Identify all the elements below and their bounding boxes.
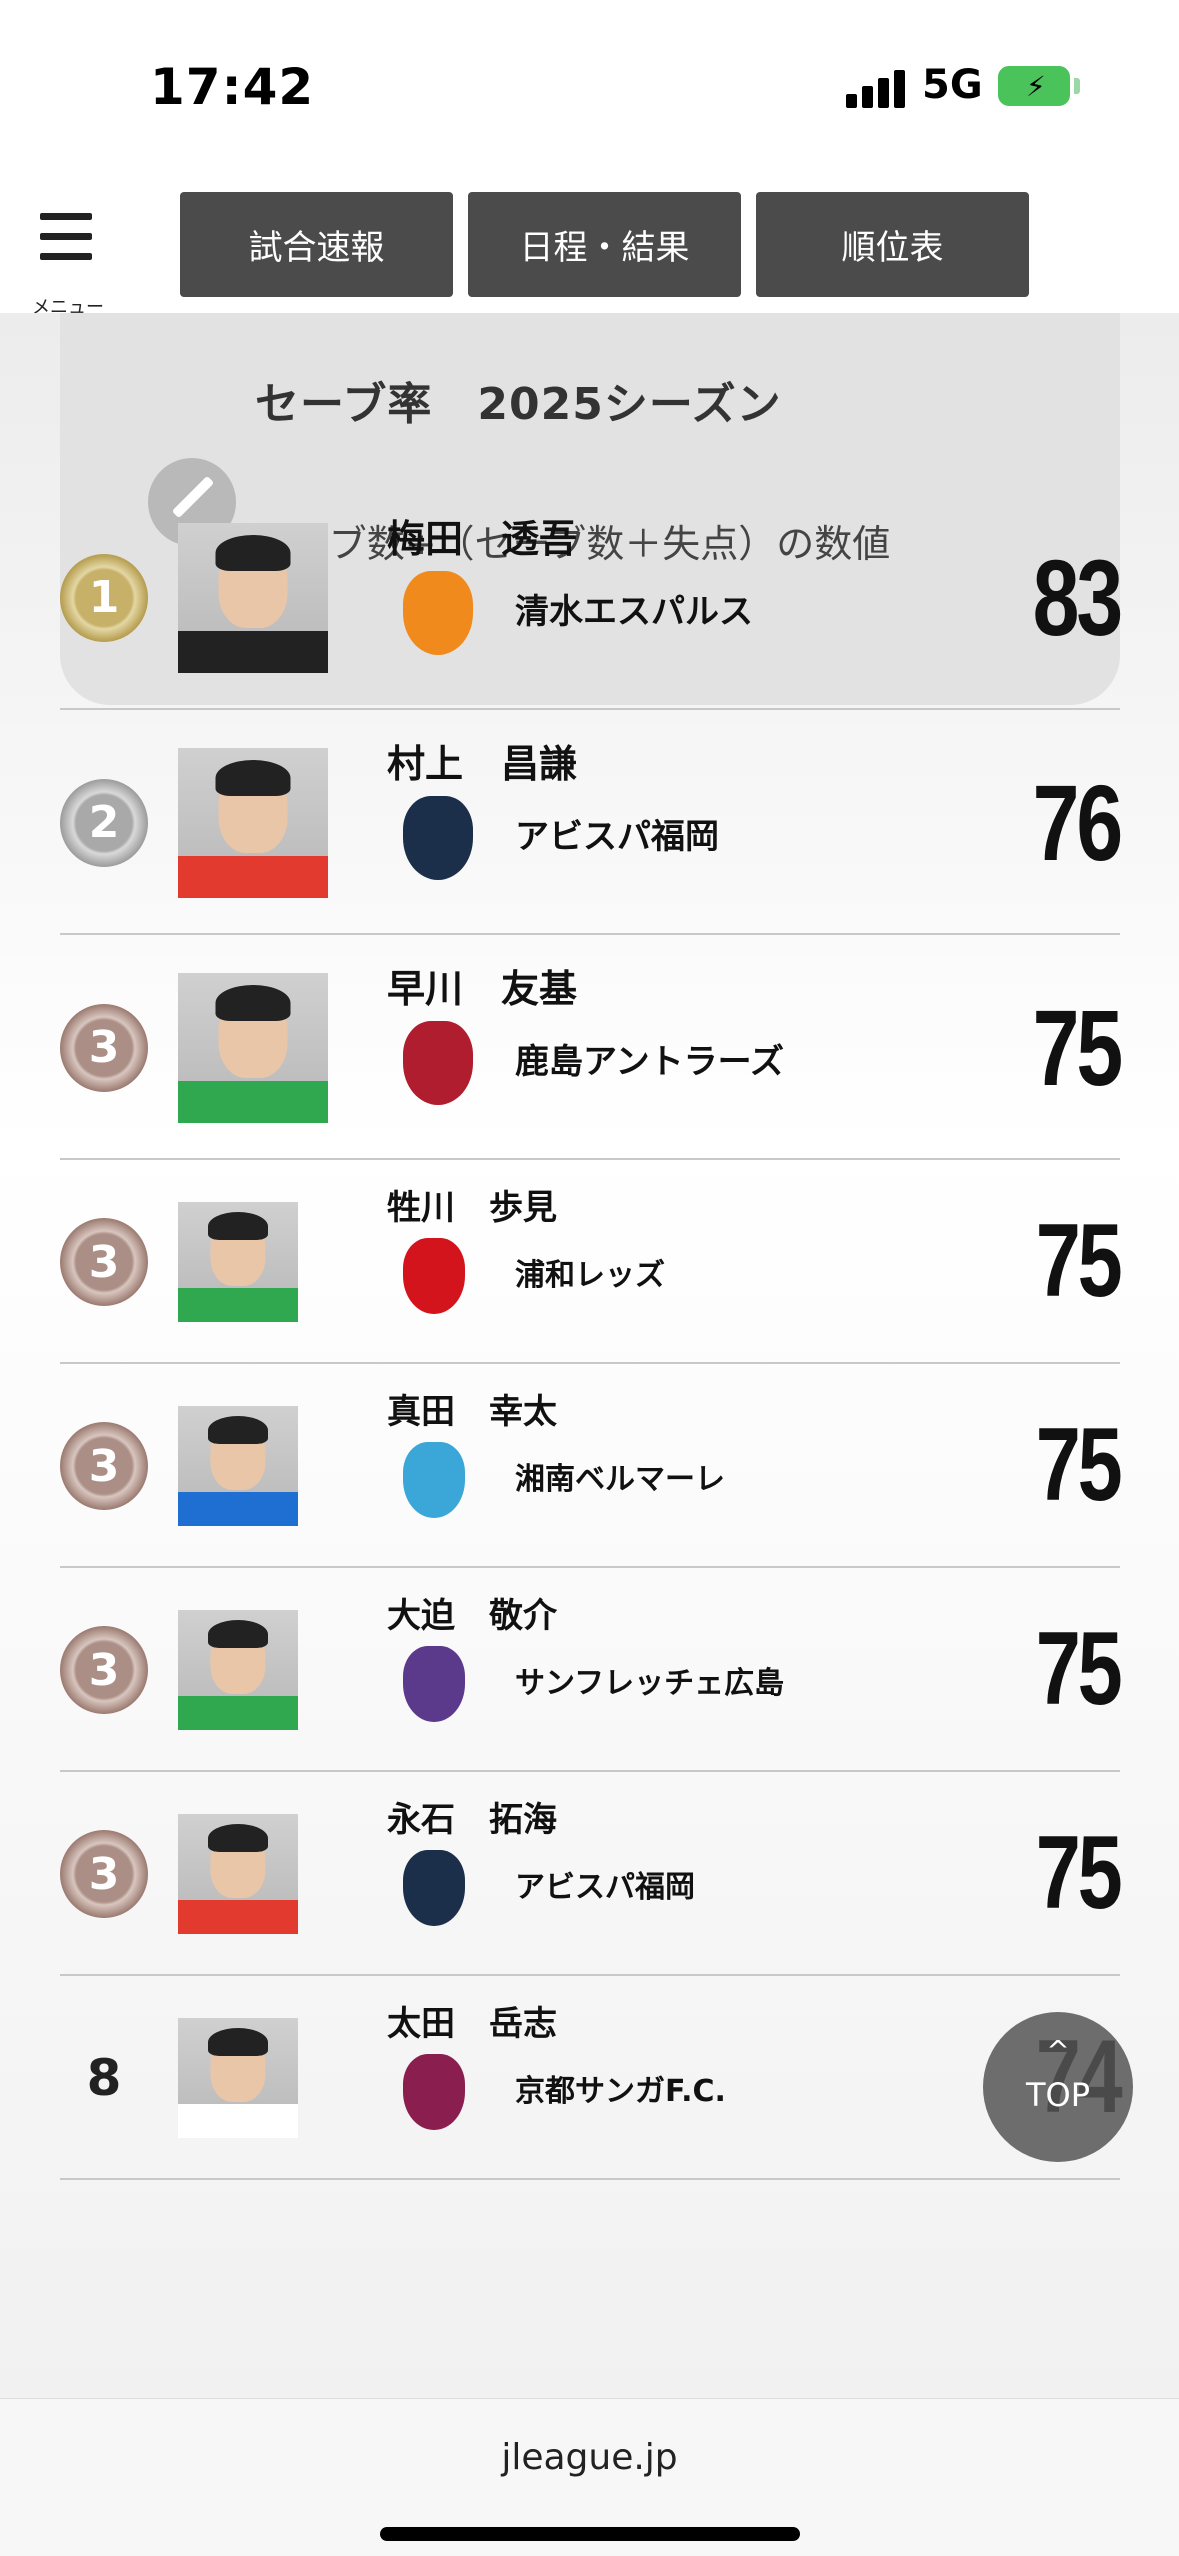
club-emblem-icon	[403, 1645, 465, 1722]
ranking-row[interactable]: 3 永石 拓海アビスパ福岡 75	[60, 1772, 1123, 1976]
rank-medal-icon: 3	[60, 1626, 148, 1714]
site-header: メニュー 試合速報 日程・結果 順位表	[0, 175, 1179, 318]
player-photo[interactable]	[178, 2018, 298, 2138]
network-type: 5G	[922, 62, 983, 108]
status-bar: 17:42 5G ⚡	[0, 0, 1179, 175]
club-name[interactable]: 清水エスパルス	[515, 584, 753, 633]
club-name[interactable]: アビスパ福岡	[515, 1862, 695, 1906]
club-name[interactable]: 湘南ベルマーレ	[515, 1454, 725, 1498]
player-photo[interactable]	[178, 972, 328, 1123]
page-title: セーブ率 2025シーズン	[255, 379, 782, 430]
save-rate-value: 75	[1032, 987, 1124, 1109]
player-photo[interactable]	[178, 1202, 298, 1322]
rank-medal-icon: 8	[86, 2049, 122, 2107]
ranking-row[interactable]: 3 早川 友基鹿島アントラーズ 75	[60, 935, 1124, 1160]
player-name[interactable]: 牲川 歩見	[387, 1180, 557, 1229]
ranking-row[interactable]: 3 真田 幸太湘南ベルマーレ 75	[60, 1364, 1123, 1568]
nav-standings[interactable]: 順位表	[756, 192, 1029, 297]
rank-medal-icon: 3	[60, 1003, 148, 1092]
club-emblem-icon	[403, 1020, 473, 1105]
club-emblem-icon	[403, 1237, 465, 1314]
player-name[interactable]: 早川 友基	[387, 958, 577, 1013]
battery-nub	[1074, 78, 1080, 94]
back-to-top-button[interactable]: ^ TOP	[983, 2012, 1133, 2162]
ranking-row[interactable]: 8太田 岳志京都サンガF.C.74	[60, 1976, 1123, 2180]
browser-bottom-bar: jleague.jp	[0, 2398, 1179, 2556]
club-name[interactable]: サンフレッチェ広島	[515, 1658, 784, 1702]
rank-medal-icon: 3	[60, 1422, 148, 1510]
url-display[interactable]: jleague.jp	[0, 2437, 1179, 2478]
club-emblem-icon	[403, 2053, 465, 2130]
club-name[interactable]: 京都サンガF.C.	[515, 2066, 726, 2110]
save-rate-value: 75	[1036, 1407, 1123, 1524]
player-photo[interactable]	[178, 1610, 298, 1730]
player-photo[interactable]	[178, 522, 328, 673]
save-rate-value: 75	[1036, 1815, 1123, 1932]
status-time: 17:42	[150, 58, 315, 116]
save-rate-value: 76	[1032, 762, 1124, 884]
chevron-up-icon: ^	[1046, 2034, 1070, 2067]
player-name[interactable]: 大迫 敬介	[387, 1588, 557, 1637]
top-label: TOP	[1025, 2076, 1091, 2114]
player-name[interactable]: 永石 拓海	[387, 1792, 557, 1841]
nav-schedule-results[interactable]: 日程・結果	[468, 192, 741, 297]
club-emblem-icon	[403, 795, 473, 880]
ranking-row[interactable]: 3 大迫 敬介サンフレッチェ広島 75	[60, 1568, 1123, 1772]
club-name[interactable]: 浦和レッズ	[515, 1250, 665, 1294]
club-emblem-icon	[403, 1441, 465, 1518]
club-name[interactable]: アビスパ福岡	[515, 809, 719, 858]
player-photo[interactable]	[178, 1814, 298, 1934]
nav-live-scores[interactable]: 試合速報	[180, 192, 453, 297]
player-photo[interactable]	[178, 1406, 298, 1526]
player-name[interactable]: 村上 昌謙	[387, 733, 577, 788]
signal-icon	[846, 68, 906, 108]
save-rate-value: 83	[1032, 537, 1124, 659]
club-name[interactable]: 鹿島アントラーズ	[515, 1034, 784, 1083]
menu-button[interactable]: メニュー	[28, 205, 108, 318]
save-rate-value: 75	[1036, 1611, 1123, 1728]
battery-icon: ⚡	[998, 66, 1070, 106]
club-emblem-icon	[403, 1849, 465, 1926]
rank-medal-icon: 1	[60, 553, 148, 642]
ranking-row[interactable]: 3 牲川 歩見浦和レッズ 75	[60, 1160, 1123, 1364]
player-name[interactable]: 梅田 透吾	[387, 508, 577, 563]
ranking-row[interactable]: 2 村上 昌謙アビスパ福岡 76	[60, 710, 1124, 935]
club-emblem-icon	[403, 570, 473, 655]
home-indicator	[380, 2527, 800, 2541]
rank-medal-icon: 3	[60, 1218, 148, 1306]
player-photo[interactable]	[178, 747, 328, 898]
rank-medal-icon: 3	[60, 1830, 148, 1918]
save-rate-value: 75	[1036, 1203, 1123, 1320]
ranking-row[interactable]: 1 梅田 透吾清水エスパルス 83	[60, 485, 1124, 710]
player-name[interactable]: 真田 幸太	[387, 1384, 557, 1433]
rank-medal-icon: 2	[60, 778, 148, 867]
player-name[interactable]: 太田 岳志	[387, 1996, 557, 2045]
